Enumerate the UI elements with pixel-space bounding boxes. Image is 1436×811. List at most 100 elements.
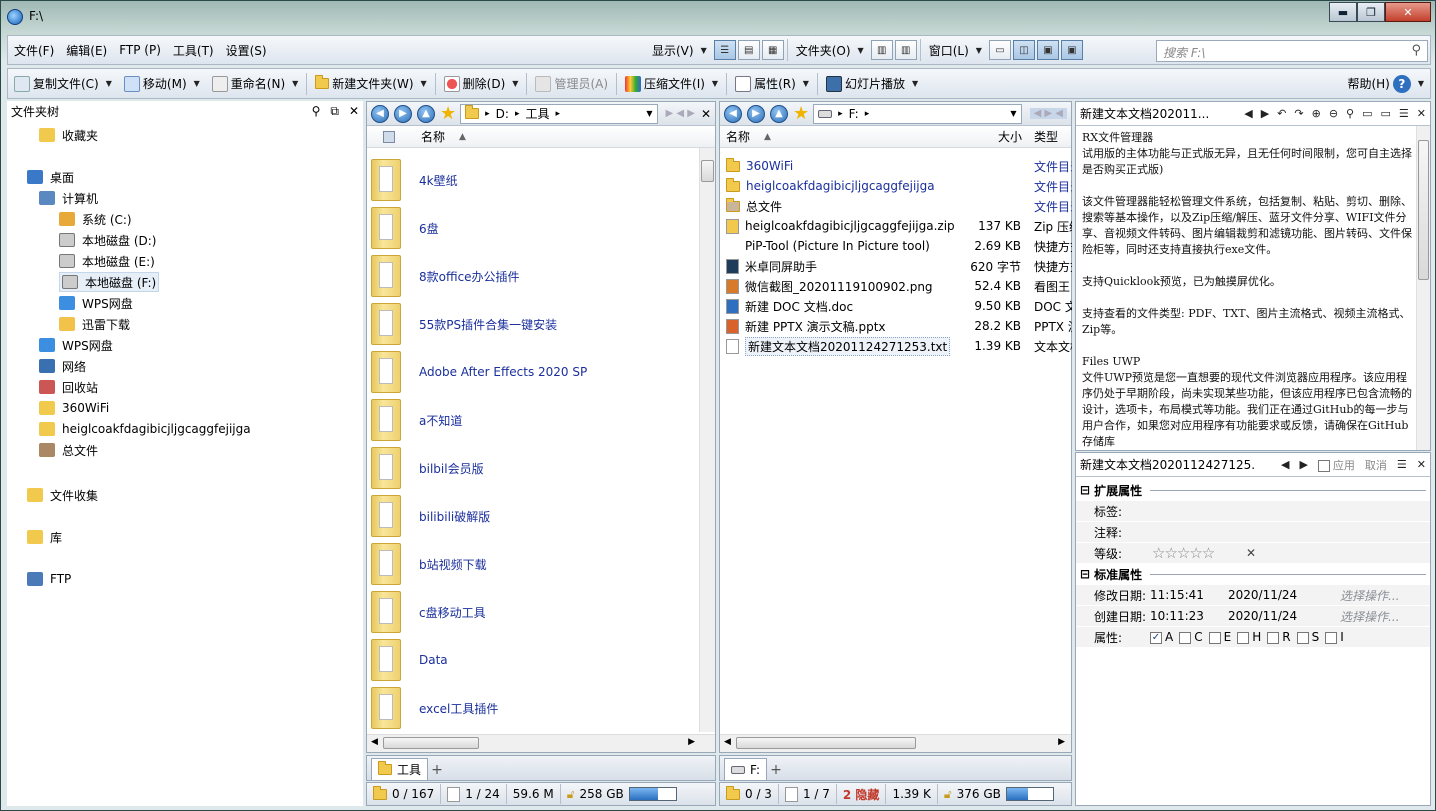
created-choose-action[interactable]: 选择操作...	[1340, 608, 1399, 625]
prev-icon[interactable]: ◀	[1244, 107, 1252, 120]
tree-item[interactable]: 本地磁盘 (E:)	[59, 251, 155, 271]
tree-item[interactable]: FTP	[27, 569, 71, 589]
minimize-button[interactable]: ▬	[1329, 2, 1357, 22]
folder-item[interactable]: c盘移动工具	[367, 588, 697, 636]
tree-search-icon[interactable]: ⚲	[312, 104, 321, 119]
attr-checkbox-r[interactable]: R	[1267, 630, 1291, 644]
zoom-in-icon[interactable]: ⊕	[1312, 107, 1321, 120]
file-row[interactable]: heiglcoakfdagibicjljgcaggfejijga 文件目录	[720, 176, 1072, 196]
tag-row[interactable]: 标签:	[1076, 501, 1430, 522]
favorite-star-icon[interactable]: ★	[793, 104, 809, 123]
file-row[interactable]: 米卓同屏助手 620 字节快捷方式	[720, 256, 1072, 276]
preview-vscroll[interactable]	[1416, 126, 1430, 450]
tree-item[interactable]: 迅雷下载	[59, 314, 130, 334]
file-row[interactable]: PiP-Tool (Picture In Picture tool) 2.69 K…	[720, 236, 1072, 256]
slideshow-button[interactable]: 幻灯片播放 ▼	[820, 72, 924, 96]
rename-button[interactable]: 重命名(N) ▼	[206, 72, 305, 96]
hidden-count[interactable]: 2 隐藏	[837, 784, 887, 804]
left-col-name[interactable]: 名称	[421, 128, 445, 145]
attr-checkbox-a[interactable]: ✓ A	[1150, 630, 1173, 644]
tree-item[interactable]: 计算机	[39, 188, 98, 208]
layout-single-icon[interactable]: ▭	[988, 40, 1011, 60]
tree-item[interactable]: 系统 (C:)	[59, 209, 132, 229]
clear-rating-icon[interactable]: ✕	[1246, 546, 1256, 560]
right-address-bar[interactable]: ▸ F: ▸ ▼	[813, 103, 1022, 124]
tab-f[interactable]: F:	[724, 758, 768, 780]
up-icon[interactable]: ▲	[770, 104, 788, 123]
folder-item[interactable]: excel工具插件	[367, 684, 697, 732]
folder-b-icon[interactable]: ▥	[894, 40, 917, 60]
layout-dual-icon[interactable]: ◫	[1012, 40, 1035, 60]
tree-item[interactable]: 回收站	[39, 377, 98, 397]
back-icon[interactable]: ◀	[724, 104, 742, 123]
favorite-star-icon[interactable]: ★	[440, 104, 456, 123]
move-button[interactable]: 移动(M) ▼	[118, 72, 206, 96]
select-all-icon[interactable]	[383, 130, 395, 143]
tree-item[interactable]: WPS网盘	[59, 293, 133, 313]
crumb-f[interactable]: F:	[849, 107, 859, 121]
window-menu[interactable]: 窗口(L) ▼	[923, 38, 988, 62]
new-folder-button[interactable]: 新建文件夹(W) ▼	[309, 72, 432, 96]
admin-button[interactable]: 管理员(A)	[529, 72, 614, 96]
folder-item[interactable]: b站视频下载	[367, 540, 697, 588]
menu-ftp[interactable]: FTP (P)	[113, 38, 167, 62]
menu-file[interactable]: 文件(F)	[8, 38, 60, 62]
attr-checkbox-i[interactable]: I	[1325, 630, 1344, 644]
cancel-button[interactable]: 取消	[1365, 457, 1387, 473]
file-row[interactable]: 新建文本文档20201124271253.txt 1.39 KB 文本文档	[720, 336, 1072, 356]
folder-item[interactable]: 55款PS插件合集一键安装	[367, 300, 697, 348]
tree-undock-icon[interactable]: ⧉	[330, 104, 339, 119]
add-tab-button[interactable]: +	[767, 760, 785, 780]
tab-tools[interactable]: 工具	[371, 758, 429, 780]
prev-icon[interactable]: ◀	[1281, 458, 1289, 471]
folder-a-icon[interactable]: ▥	[870, 40, 893, 60]
folder-item[interactable]: bilibili破解版	[367, 492, 697, 540]
apply-button[interactable]: 应用	[1317, 457, 1355, 473]
back-icon[interactable]: ◀	[371, 104, 389, 123]
redo-icon[interactable]: ↷	[1294, 107, 1303, 120]
view-a-icon[interactable]: ▭	[1362, 107, 1372, 120]
tree-item[interactable]: 本地磁盘 (D:)	[59, 230, 156, 250]
compress-button[interactable]: 压缩文件(I) ▼	[619, 72, 724, 96]
tree-item[interactable]: 总文件	[39, 440, 98, 460]
next-icon[interactable]: ▶	[1261, 107, 1269, 120]
attr-checkbox-h[interactable]: H	[1237, 630, 1261, 644]
view-b-icon[interactable]: ▭	[1381, 107, 1391, 120]
find-icon[interactable]: ⚲	[1346, 107, 1354, 120]
folder-item[interactable]: Data	[367, 636, 697, 684]
right-col-name[interactable]: 名称	[726, 128, 750, 145]
attr-checkbox-e[interactable]: E	[1208, 630, 1231, 644]
ext-section-header[interactable]: ⊟ 扩展属性	[1080, 481, 1426, 499]
menu-edit[interactable]: 编辑(E)	[60, 38, 113, 62]
layout-preview-icon[interactable]: ▣	[1060, 40, 1083, 60]
right-col-type[interactable]: 类型	[1034, 128, 1058, 145]
left-vscroll[interactable]	[699, 148, 715, 732]
tree-item[interactable]: 360WiFi	[39, 398, 109, 418]
tree-item[interactable]: 收藏夹	[39, 125, 98, 145]
folder-item[interactable]: 4k壁纸	[367, 156, 697, 204]
menu-settings[interactable]: 设置(S)	[220, 38, 273, 62]
tree-item[interactable]: WPS网盘	[39, 335, 113, 355]
preview-text[interactable]: RX文件管理器 试用版的主体功能与正式版无异，且无任何时间限制，您可自主选择是否…	[1076, 126, 1416, 450]
forward-icon[interactable]: ▶	[394, 104, 412, 123]
left-pane-close-icon[interactable]: ✕	[701, 107, 711, 121]
left-address-bar[interactable]: ▸ D: ▸ 工具 ▸ ▼	[460, 103, 658, 124]
search-input[interactable]: 搜索 F:\ ⚲	[1156, 40, 1428, 62]
forward-icon[interactable]: ▶	[747, 104, 765, 123]
delete-button[interactable]: 删除(D) ▼	[438, 72, 525, 96]
folder-item[interactable]: a不知道	[367, 396, 697, 444]
tree-item[interactable]: 网络	[39, 356, 86, 376]
menu-icon[interactable]: ☰	[1399, 107, 1409, 120]
search-icon[interactable]: ⚲	[1411, 43, 1421, 58]
folder-menu[interactable]: 文件夹(O) ▼	[790, 38, 870, 62]
tree-close-icon[interactable]: ✕	[349, 104, 359, 119]
right-col-size[interactable]: 大小	[998, 128, 1022, 145]
up-icon[interactable]: ▲	[417, 104, 435, 123]
help-button[interactable]: 帮助(H)? ▼	[1341, 72, 1430, 96]
add-tab-button[interactable]: +	[428, 760, 446, 780]
menu-icon[interactable]: ☰	[1397, 458, 1407, 471]
layout-triple-icon[interactable]: ▣	[1036, 40, 1059, 60]
close-button[interactable]: ✕	[1385, 2, 1431, 22]
file-row[interactable]: 总文件 文件目录	[720, 196, 1072, 216]
attr-checkbox-s[interactable]: S	[1296, 630, 1319, 644]
